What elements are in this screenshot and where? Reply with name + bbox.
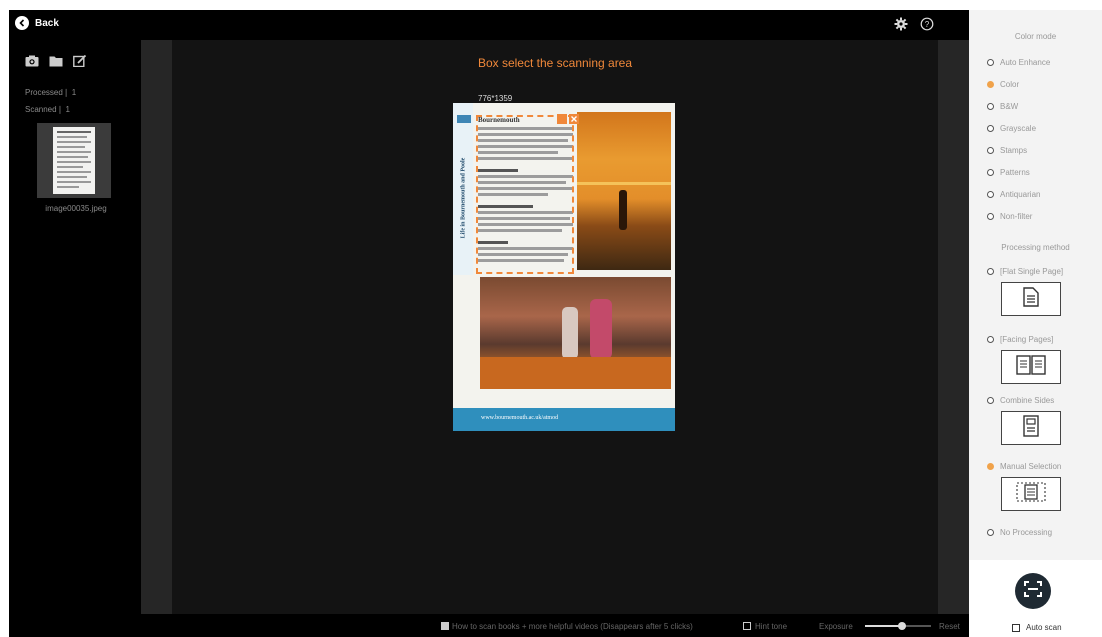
- document-side-strip: Life in Bournemouth and Poole: [453, 103, 473, 275]
- radio-icon: [987, 397, 994, 404]
- radio-selected-icon: [987, 81, 994, 88]
- processing-method-header: Processing method: [1001, 243, 1070, 252]
- document-side-text: Life in Bournemouth and Poole: [460, 157, 466, 239]
- radio-icon: [987, 268, 994, 275]
- scanned-count: Scanned❘ 1: [25, 105, 70, 114]
- facing-pages-button[interactable]: [1001, 350, 1061, 384]
- exposure-slider-handle[interactable]: [898, 622, 906, 630]
- gear-icon[interactable]: [894, 17, 908, 36]
- sunset-photo: [577, 112, 671, 270]
- combine-sides-button[interactable]: [1001, 411, 1061, 445]
- book-icon: [1016, 354, 1046, 380]
- color-mode-color[interactable]: Color: [987, 80, 1019, 89]
- back-button[interactable]: Back: [15, 16, 59, 30]
- auto-scan-toggle[interactable]: Auto scan: [1012, 623, 1062, 632]
- svg-text:?: ?: [925, 20, 930, 29]
- color-mode-header: Color mode: [1014, 32, 1057, 41]
- bottom-bar: How to scan books + more helpful videos …: [141, 614, 969, 637]
- selection-controls: [557, 114, 579, 124]
- selection-confirm-icon[interactable]: [557, 114, 567, 124]
- processing-no-processing[interactable]: No Processing: [987, 528, 1052, 537]
- exposure-label: Exposure: [819, 622, 853, 631]
- selection-icon: [1013, 481, 1049, 508]
- color-mode-antiquarian[interactable]: Antiquarian: [987, 190, 1040, 199]
- selection-dimensions: 776*1359: [478, 94, 513, 103]
- folder-icon[interactable]: [49, 54, 63, 72]
- document-page-marker: [457, 115, 471, 123]
- edit-icon[interactable]: [73, 54, 87, 72]
- top-bar: Back ?: [9, 10, 969, 40]
- selection-box[interactable]: [476, 115, 574, 274]
- radio-icon: [987, 59, 994, 66]
- exposure-slider[interactable]: [865, 622, 931, 630]
- document-url: www.bournemouth.ac.uk/atmod: [481, 415, 559, 421]
- selection-close-icon[interactable]: [569, 114, 579, 124]
- reset-button[interactable]: Reset: [939, 622, 960, 631]
- processing-flat-single-page[interactable]: [Flat Single Page]: [987, 267, 1063, 276]
- hint-tone-label: Hint tone: [755, 622, 788, 631]
- color-mode-auto-enhance[interactable]: Auto Enhance: [987, 58, 1050, 67]
- top-icons: ?: [894, 17, 934, 36]
- color-mode-stamps[interactable]: Stamps: [987, 146, 1027, 155]
- radio-icon: [987, 169, 994, 176]
- help-icon[interactable]: ?: [920, 17, 934, 36]
- radio-icon: [987, 191, 994, 198]
- radio-icon: [987, 213, 994, 220]
- thumbnail[interactable]: [37, 123, 111, 198]
- auto-scan-label: Auto scan: [1026, 623, 1062, 632]
- park-photo: [480, 277, 671, 389]
- manual-selection-button[interactable]: [1001, 477, 1061, 511]
- camera-preview[interactable]: Box select the scanning area 776*1359 Li…: [172, 40, 938, 614]
- processed-count: Processed❘ 1: [25, 88, 77, 97]
- back-label: Back: [35, 17, 59, 29]
- thumbnail-page: [53, 127, 95, 194]
- left-panel: Processed❘ 1 Scanned❘ 1 image00035.jpeg: [9, 40, 141, 637]
- radio-icon: [987, 529, 994, 536]
- color-mode-grayscale[interactable]: Grayscale: [987, 124, 1036, 133]
- video-icon[interactable]: [441, 622, 449, 630]
- radio-icon: [987, 125, 994, 132]
- page-icon: [1023, 286, 1039, 312]
- hint-tone-checkbox[interactable]: [743, 622, 751, 630]
- radio-icon: [987, 147, 994, 154]
- scan-icon: [1023, 579, 1043, 604]
- color-mode-patterns[interactable]: Patterns: [987, 168, 1030, 177]
- id-card-icon: [1023, 414, 1039, 442]
- radio-selected-icon: [987, 463, 994, 470]
- selection-hint: Box select the scanning area: [477, 56, 633, 70]
- app-window: Back ? Processed❘ 1 Scanned❘ 1 image0003…: [9, 10, 1102, 637]
- flat-single-page-button[interactable]: [1001, 282, 1061, 316]
- camera-icon[interactable]: [25, 54, 39, 72]
- help-video-link[interactable]: How to scan books + more helpful videos …: [452, 622, 693, 631]
- color-mode-bw[interactable]: B&W: [987, 102, 1018, 111]
- radio-icon: [987, 103, 994, 110]
- camera-stage: Box select the scanning area 776*1359 Li…: [141, 40, 969, 614]
- processing-facing-pages[interactable]: [Facing Pages]: [987, 335, 1053, 344]
- color-mode-non-filter[interactable]: Non-filter: [987, 212, 1032, 221]
- processing-manual-selection[interactable]: Manual Selection: [987, 462, 1061, 471]
- radio-icon: [987, 336, 994, 343]
- right-panel: Color mode Auto Enhance Color B&W Graysc…: [969, 10, 1102, 637]
- left-toolbar: [25, 54, 87, 72]
- back-arrow-icon: [15, 16, 29, 30]
- scan-button[interactable]: [1015, 573, 1051, 609]
- auto-scan-checkbox[interactable]: [1012, 623, 1020, 632]
- thumbnail-filename: image00035.jpeg: [45, 204, 107, 213]
- processing-combine-sides[interactable]: Combine Sides: [987, 396, 1054, 405]
